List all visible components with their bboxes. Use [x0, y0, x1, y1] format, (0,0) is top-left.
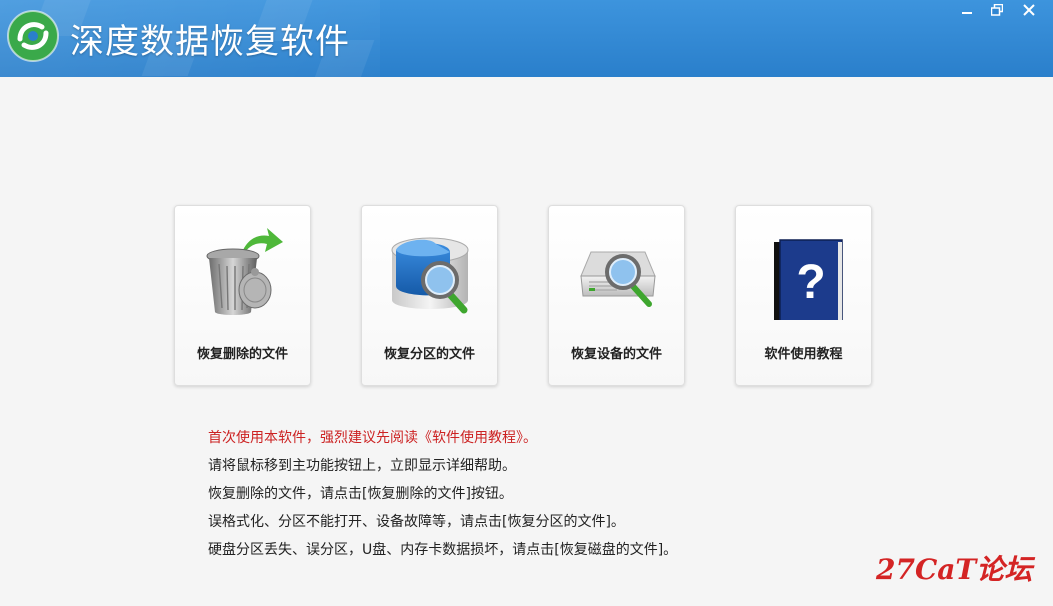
device-search-icon [580, 251, 656, 307]
card-label: 软件使用教程 [764, 347, 843, 362]
help-text-block: 首次使用本软件，强烈建议先阅读《软件使用教程》。 请将鼠标移到主功能按钮上，立即… [208, 424, 677, 564]
recover-device-files-button[interactable]: 恢复设备的文件 [548, 205, 685, 386]
minimize-icon [962, 12, 972, 14]
minimize-button[interactable] [950, 0, 984, 20]
close-icon [1023, 4, 1035, 16]
title-bar[interactable]: 深度数据恢复软件 [0, 0, 1053, 77]
card-label: 恢复设备的文件 [570, 347, 662, 362]
restore-icon [991, 4, 1003, 16]
app-logo-icon [7, 10, 59, 62]
help-line-warning: 首次使用本软件，强烈建议先阅读《软件使用教程》。 [208, 430, 537, 446]
app-title: 深度数据恢复软件 [70, 22, 350, 62]
help-book-icon: ? [774, 239, 843, 320]
svg-text:?: ? [796, 256, 825, 309]
card-label: 恢复删除的文件 [196, 347, 288, 362]
help-line: 恢复删除的文件，请点击[恢复删除的文件]按钮。 [208, 486, 513, 502]
help-line: 硬盘分区丢失、误分区，U盘、内存卡数据损坏，请点击[恢复磁盘的文件]。 [208, 542, 678, 558]
help-line: 误格式化、分区不能打开、设备故障等，请点击[恢复分区的文件]。 [208, 514, 625, 530]
card-label: 恢复分区的文件 [383, 347, 475, 362]
recover-partition-files-button[interactable]: 恢复分区的文件 [361, 205, 498, 386]
watermark-text: 27CaT论坛 [876, 553, 1033, 586]
close-button[interactable] [1012, 0, 1046, 20]
recycle-bin-icon [206, 228, 283, 315]
help-line: 请将鼠标移到主功能按钮上，立即显示详细帮助。 [208, 458, 516, 474]
restore-button[interactable] [980, 0, 1014, 20]
recover-deleted-files-button[interactable]: 恢复删除的文件 [174, 205, 311, 386]
tutorial-button[interactable]: ? 软件使用教程 [735, 205, 872, 386]
disk-search-icon [391, 237, 469, 314]
